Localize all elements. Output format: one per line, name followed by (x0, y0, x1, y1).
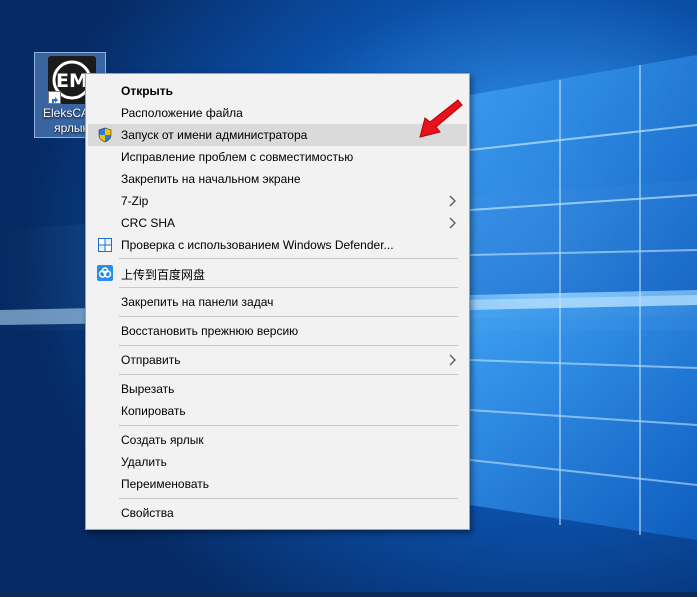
chevron-right-icon (449, 195, 456, 207)
menu-item-windows-defender-scan[interactable]: Проверка с использованием Windows Defend… (88, 234, 467, 256)
menu-item-copy[interactable]: Копировать (88, 400, 467, 422)
menu-separator (119, 287, 458, 288)
menu-item-properties[interactable]: Свойства (88, 502, 467, 524)
menu-separator (119, 316, 458, 317)
menu-item-7zip[interactable]: 7-Zip (88, 190, 467, 212)
windows-defender-icon (98, 238, 112, 252)
menu-item-restore-previous-version[interactable]: Восстановить прежнюю версию (88, 320, 467, 342)
shortcut-overlay-icon (48, 91, 61, 104)
menu-separator (119, 374, 458, 375)
menu-separator (119, 425, 458, 426)
red-annotation-arrow-icon (419, 99, 463, 138)
menu-separator (119, 498, 458, 499)
menu-item-upload-baidu-netdisk[interactable]: 上传到百度网盘 (88, 262, 467, 284)
baidu-netdisk-icon (97, 265, 113, 281)
desktop-background[interactable]: EM EleksCAM ярлык Открыть Расположение ф… (0, 0, 697, 592)
menu-item-run-as-admin[interactable]: Запуск от имени администратора (88, 124, 467, 146)
chevron-right-icon (449, 217, 456, 229)
menu-item-open[interactable]: Открыть (88, 80, 467, 102)
menu-item-rename[interactable]: Переименовать (88, 473, 467, 495)
menu-item-cut[interactable]: Вырезать (88, 378, 467, 400)
menu-item-delete[interactable]: Удалить (88, 451, 467, 473)
menu-item-pin-to-start[interactable]: Закрепить на начальном экране (88, 168, 467, 190)
menu-item-create-shortcut[interactable]: Создать ярлык (88, 429, 467, 451)
menu-separator (119, 258, 458, 259)
chevron-right-icon (449, 354, 456, 366)
uac-shield-icon (98, 127, 112, 143)
menu-item-crc-sha[interactable]: CRC SHA (88, 212, 467, 234)
menu-item-send-to[interactable]: Отправить (88, 349, 467, 371)
menu-separator (119, 345, 458, 346)
menu-item-file-location[interactable]: Расположение файла (88, 102, 467, 124)
svg-text:EM: EM (56, 70, 88, 92)
menu-item-troubleshoot-compatibility[interactable]: Исправление проблем с совместимостью (88, 146, 467, 168)
menu-item-pin-to-taskbar[interactable]: Закрепить на панели задач (88, 291, 467, 313)
